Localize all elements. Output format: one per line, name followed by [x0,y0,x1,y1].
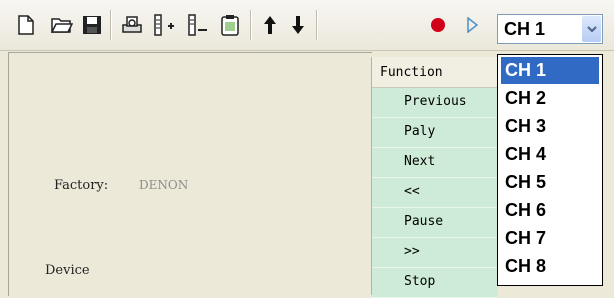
new-file-icon[interactable] [14,13,38,37]
function-row[interactable]: Paly [372,118,498,148]
channel-combobox-value: CH 1 [504,19,546,39]
function-header-label: Function [380,65,443,80]
function-row-label: Previous [404,94,467,109]
function-row-label: << [404,184,420,199]
function-row[interactable]: Previous [372,88,498,118]
open-folder-icon[interactable] [50,13,74,37]
channel-option[interactable]: CH 1 [501,57,599,84]
device-label: Device [45,263,90,278]
channel-option[interactable]: CH 3 [501,113,599,140]
add-device-icon[interactable] [152,13,176,37]
channel-dropdown-list: CH 1 CH 2 CH 3 CH 4 CH 5 CH 6 CH 7 CH 8 [497,54,603,286]
function-row[interactable]: >> [372,238,498,268]
function-row-label: Paly [404,124,436,139]
toolbar-separator [316,10,318,40]
channel-combobox[interactable]: CH 1 [497,14,603,44]
function-row-label: Stop [404,274,436,289]
channel-option[interactable]: CH 7 [501,225,599,252]
toolbar-separator [110,10,112,40]
play-icon[interactable] [460,13,484,37]
move-down-icon[interactable] [286,13,310,37]
function-row[interactable]: Stop [372,268,498,298]
function-row-label: Next [404,154,436,169]
function-list: Function Previous Paly Next << Pause >> … [371,57,498,298]
device-info-panel: Factory: DENON [8,52,372,296]
channel-option[interactable]: CH 8 [501,253,599,280]
function-row[interactable]: Next [372,148,498,178]
channel-option[interactable]: CH 5 [501,169,599,196]
function-row-label: >> [404,244,420,259]
function-row-label: Pause [404,214,444,229]
clipboard-icon[interactable] [218,13,242,37]
record-icon[interactable] [426,13,450,37]
toolbar-separator [250,10,252,40]
channel-option[interactable]: CH 4 [501,141,599,168]
chevron-down-icon[interactable] [582,16,601,42]
print-preview-icon[interactable] [120,13,144,37]
move-up-icon[interactable] [258,13,282,37]
remove-device-icon[interactable] [186,13,210,37]
function-row[interactable]: << [372,178,498,208]
factory-value: DENON [139,178,189,192]
function-row[interactable]: Pause [372,208,498,238]
save-icon[interactable] [80,13,104,37]
channel-option[interactable]: CH 6 [501,197,599,224]
channel-option[interactable]: CH 2 [501,85,599,112]
function-column-header[interactable]: Function [372,57,498,88]
factory-label: Factory: [54,178,109,193]
